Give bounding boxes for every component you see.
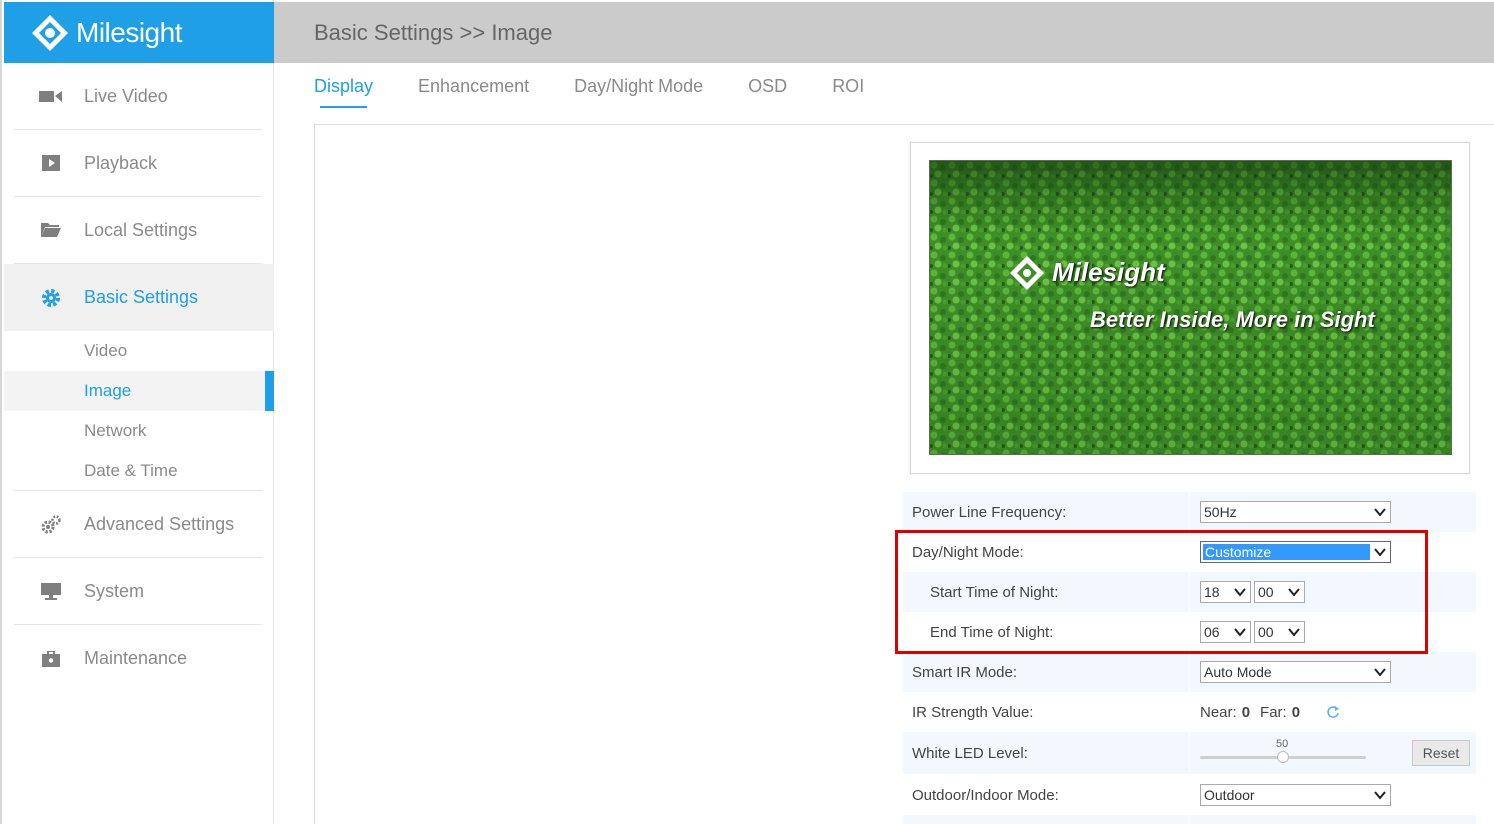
- chevron-down-icon: [1374, 791, 1386, 800]
- select-value: Outdoor: [1204, 787, 1255, 803]
- ir-far-value: 0: [1291, 703, 1301, 721]
- sidebar-item-label: Maintenance: [84, 648, 188, 668]
- smart-ir-mode-select[interactable]: Auto Mode: [1200, 661, 1391, 683]
- sidebar-item-label: Playback: [84, 152, 158, 173]
- day-night-mode-select[interactable]: Customize: [1200, 541, 1391, 563]
- video-preview[interactable]: Milesight Better Inside, More in Sight: [929, 160, 1452, 455]
- sidebar: Milesight Live Video Playback Local Sett…: [0, 0, 274, 824]
- row-partial-value: [1190, 815, 1476, 824]
- chevron-down-icon: [1374, 668, 1386, 677]
- slider-thumb[interactable]: [1277, 751, 1289, 763]
- chevron-down-icon: [1234, 588, 1246, 597]
- page-header: Basic Settings >> Image: [274, 2, 1494, 63]
- select-value: Customize: [1203, 544, 1370, 560]
- row-start-time-of-night: Start Time of Night: 18 00: [903, 572, 1476, 612]
- milesight-logo-icon: [32, 14, 68, 51]
- start-hour-select[interactable]: 18: [1200, 581, 1251, 603]
- start-minute-select[interactable]: 00: [1254, 581, 1305, 603]
- outdoor-indoor-mode-label: Outdoor/Indoor Mode:: [903, 775, 1190, 815]
- select-value: 06: [1204, 624, 1220, 640]
- sidebar-subitem-label: Network: [84, 421, 147, 440]
- chevron-down-icon: [1288, 628, 1300, 637]
- end-time-of-night-label: End Time of Night:: [903, 612, 1190, 652]
- ir-far-label: Far:: [1260, 703, 1287, 721]
- power-line-frequency-select[interactable]: 50Hz: [1200, 501, 1391, 523]
- sidebar-subitem-date-time[interactable]: Date & Time: [4, 451, 274, 491]
- gears-icon: [38, 514, 64, 534]
- sidebar-subitem-label: Video: [84, 341, 128, 360]
- sidebar-subitem-network[interactable]: Network: [4, 411, 274, 451]
- brand-name: Milesight: [76, 16, 182, 48]
- row-partial-label: [903, 815, 1190, 824]
- outdoor-indoor-mode-select[interactable]: Outdoor: [1200, 784, 1391, 806]
- tab-day-night-mode[interactable]: Day/Night Mode: [574, 76, 703, 108]
- chevron-down-icon: [1374, 548, 1386, 557]
- ir-near-label: Near:: [1200, 703, 1237, 721]
- row-outdoor-indoor-mode: Outdoor/Indoor Mode: Outdoor: [903, 775, 1476, 815]
- chevron-down-icon: [1234, 628, 1246, 637]
- row-day-night-mode: Day/Night Mode: Customize: [903, 532, 1476, 572]
- preview-slogan: Better Inside, More in Sight: [1090, 307, 1375, 332]
- video-preview-frame: Milesight Better Inside, More in Sight: [910, 142, 1470, 474]
- select-value: 50Hz: [1204, 504, 1237, 520]
- tab-osd[interactable]: OSD: [748, 76, 787, 108]
- row-end-time-of-night: End Time of Night: 06 00: [903, 612, 1476, 652]
- chevron-down-icon: [1288, 588, 1300, 597]
- refresh-icon[interactable]: [1326, 705, 1340, 719]
- sidebar-subitem-label: Date & Time: [84, 461, 178, 480]
- monitor-icon: [38, 581, 64, 601]
- sidebar-item-label: Advanced Settings: [84, 513, 235, 534]
- breadcrumb: Basic Settings >> Image: [314, 19, 553, 45]
- select-value: Auto Mode: [1204, 664, 1272, 680]
- ir-strength-value-label: IR Strength Value:: [903, 692, 1190, 732]
- end-hour-select[interactable]: 06: [1200, 621, 1251, 643]
- toolbox-icon: [38, 649, 64, 669]
- app-root: Milesight Live Video Playback Local Sett…: [0, 0, 1494, 824]
- white-led-level-slider[interactable]: 50: [1200, 738, 1366, 768]
- play-icon: [38, 153, 64, 173]
- ir-near-value: 0: [1241, 703, 1251, 721]
- tab-bar: Display Enhancement Day/Night Mode OSD R…: [314, 76, 909, 108]
- start-time-of-night-label: Start Time of Night:: [903, 572, 1190, 612]
- row-partial: [903, 815, 1476, 824]
- white-led-level-value: 50: [1276, 738, 1289, 750]
- sidebar-item-local-settings[interactable]: Local Settings: [14, 197, 262, 264]
- tab-roi[interactable]: ROI: [832, 76, 864, 108]
- sidebar-subitem-label: Image: [84, 381, 132, 400]
- sidebar-item-basic-settings[interactable]: Basic Settings: [4, 264, 274, 331]
- video-camera-icon: [38, 86, 64, 106]
- sidebar-item-label: System: [84, 580, 145, 601]
- smart-ir-mode-label: Smart IR Mode:: [903, 652, 1190, 692]
- row-power-line-frequency: Power Line Frequency: 50Hz: [903, 492, 1476, 532]
- sidebar-item-live-video[interactable]: Live Video: [14, 63, 262, 130]
- sidebar-subitem-image[interactable]: Image: [4, 371, 274, 411]
- sidebar-item-label: Basic Settings: [84, 287, 199, 307]
- gear-icon: [38, 288, 64, 308]
- select-value: 00: [1258, 584, 1274, 600]
- reset-button[interactable]: Reset: [1412, 740, 1470, 766]
- row-white-led-level: White LED Level: 50 Reset: [903, 732, 1476, 774]
- sidebar-item-system[interactable]: System: [14, 558, 262, 625]
- day-night-mode-label: Day/Night Mode:: [903, 532, 1190, 572]
- white-led-level-label: White LED Level:: [903, 732, 1190, 774]
- sidebar-item-label: Live Video: [84, 85, 168, 106]
- tab-display[interactable]: Display: [314, 76, 373, 108]
- preview-logo-text: Milesight: [1052, 257, 1165, 287]
- select-value: 18: [1204, 584, 1220, 600]
- select-value: 00: [1258, 624, 1274, 640]
- sidebar-item-playback[interactable]: Playback: [14, 130, 262, 197]
- power-line-frequency-label: Power Line Frequency:: [903, 492, 1190, 532]
- chevron-down-icon: [1374, 508, 1386, 517]
- row-smart-ir-mode: Smart IR Mode: Auto Mode: [903, 652, 1476, 692]
- sidebar-subitem-video[interactable]: Video: [4, 331, 274, 371]
- sidebar-item-advanced-settings[interactable]: Advanced Settings: [14, 491, 262, 558]
- end-minute-select[interactable]: 00: [1254, 621, 1305, 643]
- folder-icon: [38, 220, 64, 240]
- sidebar-item-maintenance[interactable]: Maintenance: [14, 625, 262, 692]
- sidebar-item-label: Local Settings: [84, 219, 198, 240]
- brand-logo[interactable]: Milesight: [4, 2, 274, 63]
- tab-enhancement[interactable]: Enhancement: [418, 76, 529, 108]
- row-ir-strength-value: IR Strength Value: Near: 0 Far: 0: [903, 692, 1476, 732]
